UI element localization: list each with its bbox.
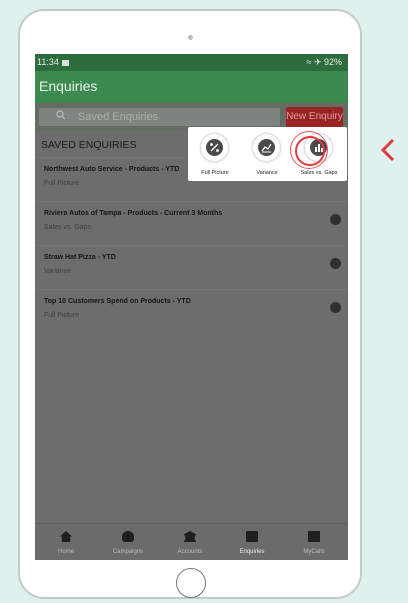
percent-chart-icon bbox=[206, 139, 223, 156]
globe-icon[interactable] bbox=[330, 258, 341, 269]
enquiry-list: SAVED ENQUIRIES Northwest Auto Service -… bbox=[35, 131, 348, 523]
option-label: Sales vs. Gaps bbox=[300, 170, 338, 176]
status-indicators: ≈ ✈ 92% bbox=[306, 57, 343, 67]
enquiry-type: Variance bbox=[44, 268, 72, 275]
enquiry-title: Straw Hat Pizza - YTD bbox=[44, 254, 116, 261]
search-input[interactable]: Saved Enquiries bbox=[39, 108, 280, 126]
app-header: Enquiries bbox=[35, 71, 348, 103]
list-item[interactable]: Straw Hat Pizza - YTD Variance bbox=[35, 245, 348, 284]
status-bar: 11:34 ≈ ✈ 92% bbox=[35, 54, 348, 71]
variance-button[interactable] bbox=[253, 134, 280, 161]
enquiry-type: Full Picture bbox=[44, 180, 80, 187]
campaign-icon bbox=[122, 531, 134, 542]
new-enquiry-button[interactable]: New Enquiry bbox=[286, 107, 343, 127]
area-chart-icon bbox=[258, 139, 275, 156]
bottom-nav: Home Campaigns Accounts Enquiries MyCall… bbox=[35, 523, 348, 560]
enquiry-title: Northwest Auto Service - Products - YTD bbox=[44, 166, 180, 173]
option-label: Full Picture bbox=[201, 170, 229, 176]
image-notification-icon bbox=[61, 60, 69, 66]
nav-item-accounts[interactable]: Accounts bbox=[159, 524, 221, 560]
nav-item-enquiries[interactable]: Enquiries bbox=[221, 524, 283, 560]
nav-item-campaigns[interactable]: Campaigns bbox=[97, 524, 159, 560]
highlight-ring-outer bbox=[290, 131, 328, 169]
chevron-left-icon bbox=[380, 138, 395, 162]
nav-label: Accounts bbox=[177, 549, 203, 555]
globe-icon[interactable] bbox=[330, 302, 341, 313]
home-icon bbox=[60, 531, 72, 542]
nav-label: Campaigns bbox=[112, 549, 144, 555]
enquiry-title: Top 10 Customers Spend on Products - YTD bbox=[44, 298, 191, 305]
nav-label: MyCalls bbox=[303, 549, 325, 555]
option-full-picture[interactable]: Full Picture bbox=[189, 127, 241, 181]
front-camera bbox=[188, 35, 193, 40]
globe-icon[interactable] bbox=[330, 214, 341, 225]
option-label: Variance bbox=[256, 170, 278, 176]
nav-item-home[interactable]: Home bbox=[35, 524, 97, 560]
tablet-home-button[interactable] bbox=[176, 568, 206, 598]
enquiry-type: Full Picture bbox=[44, 312, 80, 319]
page-title: Enquiries bbox=[39, 78, 98, 94]
full-picture-button[interactable] bbox=[201, 134, 228, 161]
section-title: SAVED ENQUIRIES bbox=[41, 139, 137, 151]
nav-item-mycalls[interactable]: MyCalls bbox=[283, 524, 345, 560]
search-placeholder: Saved Enquiries bbox=[78, 111, 159, 123]
calendar-icon bbox=[308, 531, 320, 542]
enquiry-type: Sales vs. Gaps bbox=[44, 224, 92, 231]
status-time: 11:34 bbox=[37, 57, 69, 67]
list-item[interactable]: Riviera Autos of Tampa - Products - Curr… bbox=[35, 201, 348, 240]
option-variance[interactable]: Variance bbox=[241, 127, 293, 181]
nav-label: Home bbox=[57, 549, 74, 555]
list-item[interactable]: Top 10 Customers Spend on Products - YTD… bbox=[35, 289, 348, 328]
enquiry-title: Riviera Autos of Tampa - Products - Curr… bbox=[44, 210, 223, 217]
nav-label: Enquiries bbox=[239, 549, 265, 555]
search-icon bbox=[56, 110, 66, 120]
bank-icon bbox=[184, 531, 196, 542]
enquiry-icon bbox=[246, 531, 258, 542]
